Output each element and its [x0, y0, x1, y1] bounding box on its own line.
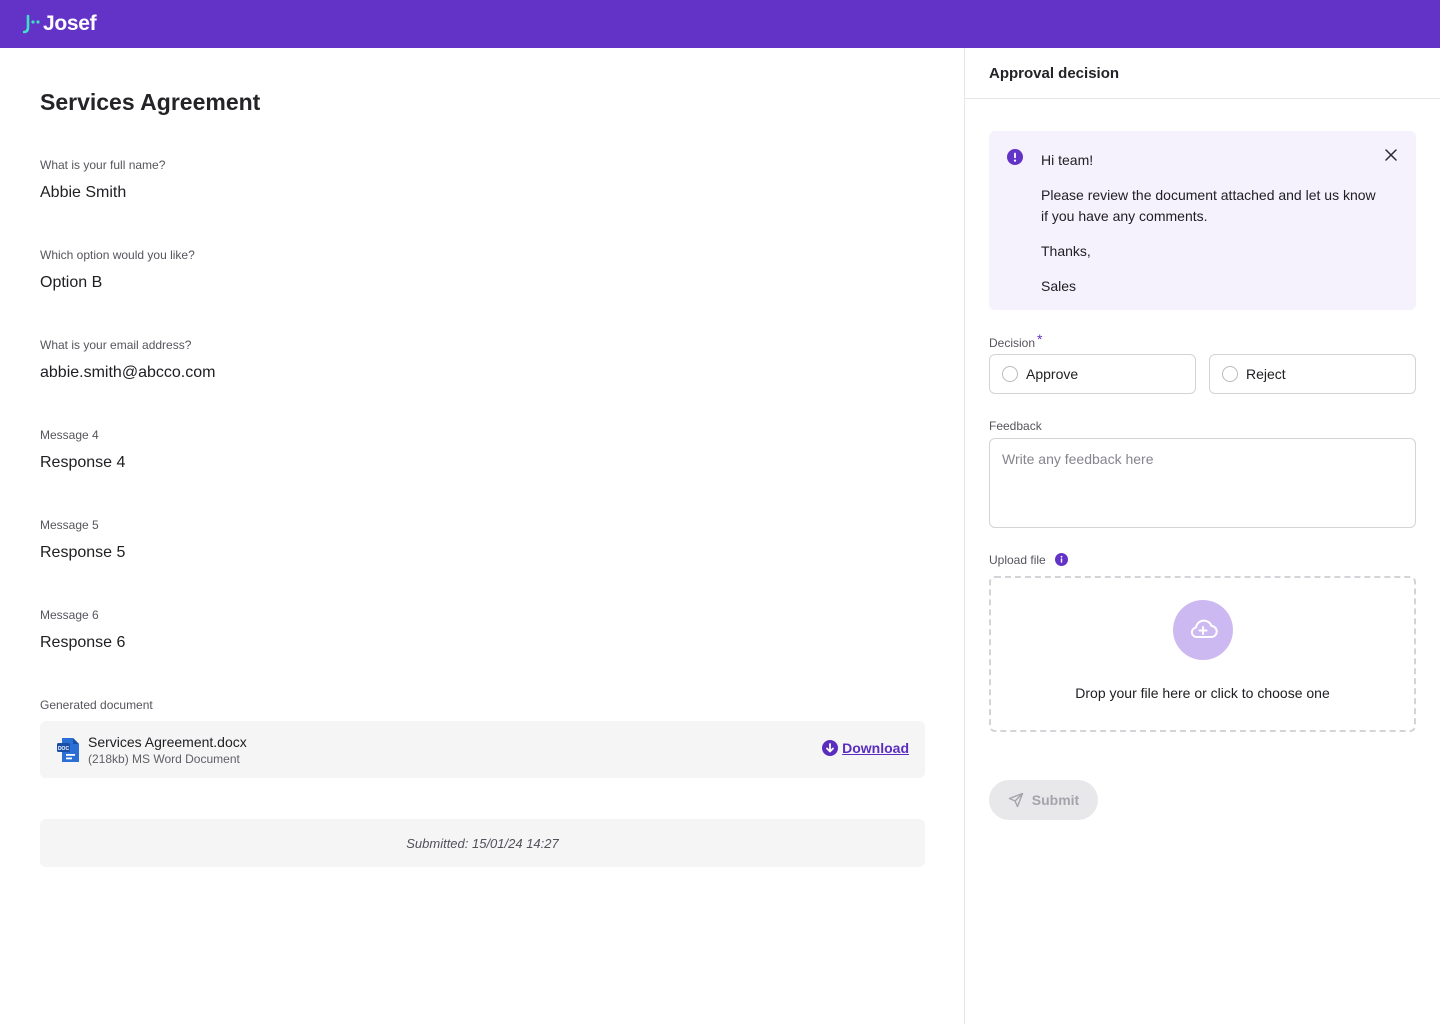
note-line: Hi team!	[1041, 152, 1094, 168]
question-label: Message 6	[40, 608, 99, 622]
note-line: Please review the document attached and …	[1041, 187, 1376, 224]
file-dropzone[interactable]: Drop your file here or click to choose o…	[989, 576, 1416, 732]
upload-label: Upload file	[989, 553, 1046, 567]
submit-button[interactable]: Submit	[989, 780, 1098, 820]
info-icon[interactable]	[1055, 553, 1068, 566]
document-panel: Services Agreement What is your full nam…	[0, 48, 964, 1024]
radio-circle	[1002, 366, 1018, 382]
svg-text:DOC: DOC	[58, 745, 70, 751]
brand-logo[interactable]: Josef	[23, 12, 97, 36]
file-name: Services Agreement.docx	[88, 733, 247, 750]
approval-header: Approval decision	[965, 48, 1440, 99]
feedback-input[interactable]	[989, 438, 1416, 528]
brand-name: Josef	[43, 12, 97, 35]
submitted-timestamp: Submitted: 15/01/24 14:27	[40, 819, 925, 867]
feedback-label: Feedback	[989, 419, 1042, 433]
word-document-icon: DOC	[57, 737, 79, 762]
upload-cloud-badge	[1173, 600, 1233, 660]
answer-value: Response 4	[40, 454, 126, 471]
send-icon	[1008, 792, 1023, 808]
download-link[interactable]: Download	[822, 740, 909, 756]
required-mark: *	[1037, 331, 1043, 347]
answer-item: Message 6 Response 6	[40, 608, 125, 652]
question-label: Message 4	[40, 428, 99, 442]
generated-file-card: DOC Services Agreement.docx (218kb) MS W…	[40, 721, 925, 778]
note-message: Hi team! Please review the document atta…	[1041, 150, 1381, 311]
question-label: Message 5	[40, 518, 99, 532]
answer-item: Which option would you like? Option B	[40, 248, 195, 292]
answer-value: Abbie Smith	[40, 184, 127, 201]
radio-label: Reject	[1246, 366, 1286, 382]
message-note: Hi team! Please review the document atta…	[989, 131, 1416, 310]
answer-value: abbie.smith@abcco.com	[40, 364, 216, 381]
document-title: Services Agreement	[40, 89, 261, 115]
decision-label-text: Decision	[989, 336, 1036, 350]
decision-option-approve[interactable]: Approve	[989, 354, 1196, 394]
download-icon	[822, 740, 839, 756]
josef-logo-icon	[23, 14, 40, 34]
top-bar: Josef	[0, 0, 1440, 48]
dropzone-text: Drop your file here or click to choose o…	[1075, 685, 1330, 701]
decision-option-reject[interactable]: Reject	[1209, 354, 1416, 394]
answer-item: Message 4 Response 4	[40, 428, 125, 472]
answer-value: Response 5	[40, 544, 126, 561]
answer-item: Message 5 Response 5	[40, 518, 125, 562]
cloud-upload-icon	[1190, 619, 1218, 638]
answer-value: Option B	[40, 274, 103, 291]
radio-label: Approve	[1026, 366, 1079, 382]
answer-value: Response 6	[40, 634, 126, 651]
question-label: What is your email address?	[40, 338, 192, 352]
generated-document-label: Generated document	[40, 698, 153, 712]
answer-item: What is your full name? Abbie Smith	[40, 158, 165, 202]
answer-item: What is your email address? abbie.smith@…	[40, 338, 215, 382]
note-line: Thanks,	[1041, 243, 1091, 259]
question-label: What is your full name?	[40, 158, 166, 172]
download-label: Download	[842, 740, 909, 756]
file-meta: (218kb) MS Word Document	[88, 751, 240, 766]
radio-circle	[1222, 366, 1238, 382]
decision-label: Decision *	[989, 331, 1043, 350]
file-info: Services Agreement.docx (218kb) MS Word …	[88, 734, 247, 766]
alert-icon	[1007, 149, 1023, 165]
close-icon[interactable]	[1384, 148, 1398, 162]
note-line: Sales	[1041, 278, 1077, 294]
submit-label: Submit	[1031, 792, 1080, 808]
question-label: Which option would you like?	[40, 248, 195, 262]
approval-panel: Approval decision Hi team! Please review…	[964, 48, 1440, 1024]
